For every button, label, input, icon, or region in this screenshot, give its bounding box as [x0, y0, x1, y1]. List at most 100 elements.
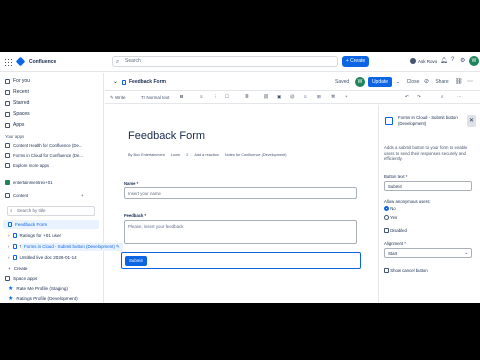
image-icon[interactable]: ▣ [277, 94, 281, 100]
page-tree-item-ratings[interactable]: › Ratings for +01 user [8, 231, 61, 240]
star-icon [5, 100, 10, 106]
sidebar-item-recent[interactable]: Recent [5, 88, 29, 96]
selected-macro-outline[interactable] [121, 252, 361, 269]
link-icon[interactable]: ⛓ [263, 94, 269, 100]
search-icon: ⌕ [116, 59, 120, 65]
editor-header: ⌄ Feedback Form Saved W Update ⌄ Close ⊘… [105, 73, 480, 91]
page-tree-item-feedback-form[interactable]: Feedback Form [3, 220, 99, 229]
space-apps-heading[interactable]: Space apps [5, 274, 37, 283]
disabled-checkbox[interactable]: Disabled [384, 228, 407, 234]
sidebar-item-spaces[interactable]: Spaces [5, 110, 30, 118]
page-icon [122, 80, 126, 85]
alignment-value: Start [388, 251, 398, 256]
page-icon [12, 233, 17, 238]
app-icon [5, 142, 10, 148]
page-tree-item-live-doc[interactable]: › Untitled live doc 2026-01-14 [8, 253, 77, 262]
sidebar-item-apps[interactable]: Apps [5, 121, 24, 129]
add-reaction-button[interactable]: Add a reaction [194, 153, 219, 157]
help-icon[interactable]: ? [451, 57, 454, 63]
app-switcher-icon[interactable] [4, 57, 12, 66]
chevron-right-icon[interactable]: › [8, 255, 10, 260]
space-app-ratings-profile[interactable]: ★ Ratings Profile (Development) [8, 294, 78, 303]
author-link[interactable]: By Box Entertainment [128, 153, 165, 157]
page-icon [8, 222, 12, 227]
content-label: Content [13, 192, 29, 198]
content-heading[interactable]: Content + [5, 191, 84, 199]
bold-icon[interactable]: B [180, 94, 183, 99]
redo-icon[interactable]: ↷ [417, 94, 421, 100]
checkbox-icon[interactable]: ☐ [225, 94, 229, 100]
page-tree-label: Ratings for +01 user [19, 233, 62, 238]
sidebar-app-content-health[interactable]: Content Health for Confluence (De... [5, 141, 83, 149]
forms-app-icon [385, 117, 393, 125]
create-label: Create [13, 266, 28, 271]
chevron-right-icon[interactable]: › [8, 244, 10, 249]
search-icon[interactable]: ⌕ [441, 94, 444, 99]
page-icon [12, 244, 17, 249]
name-field[interactable]: Insert your name [124, 187, 357, 199]
comment-count[interactable]: 2 [186, 153, 188, 157]
anonymous-yes-radio[interactable]: Yes [384, 215, 397, 221]
undo-icon[interactable]: ↶ [405, 94, 409, 100]
bell-icon[interactable]: 🔔︎ [440, 57, 448, 64]
bullet-list-icon[interactable]: ≡ [200, 94, 203, 99]
submit-button[interactable]: Submit [125, 256, 147, 266]
app-label: Forms in Cloud for Confluence (De... [13, 152, 83, 158]
update-button[interactable]: Update [368, 77, 392, 87]
collaborator-avatar[interactable]: W [355, 77, 365, 87]
share-button[interactable]: Share [431, 77, 453, 87]
page-tree-label: Untitled live doc 2026-01-14 [19, 255, 77, 260]
space-header[interactable]: entertainmentrex+01 [5, 178, 53, 186]
loom-button[interactable]: Loom [171, 153, 181, 157]
code-icon[interactable]: ⌘ [331, 94, 336, 100]
anonymous-no-radio[interactable]: No [384, 206, 396, 212]
chevron-down-icon[interactable]: ⌄ [113, 78, 118, 85]
show-cancel-checkbox[interactable]: Show cancel button [384, 268, 428, 274]
feedback-field[interactable]: Please, insert your feedback [124, 220, 357, 244]
space-name: entertainmentrex+01 [13, 179, 53, 185]
notes-app-link[interactable]: Notes for Confluence (Development) [225, 153, 287, 157]
radio-label: No [390, 206, 396, 211]
numbered-list-icon[interactable]: ⋮ [213, 94, 218, 100]
sidebar-search-placeholder: Search by title [17, 208, 46, 213]
avatar[interactable]: W [469, 56, 479, 66]
space-app-rate-me[interactable]: ★ Rate Me Profile (Staging) [8, 284, 68, 293]
chevron-right-icon[interactable]: › [8, 233, 10, 238]
write-mode-button[interactable]: ✎ Write [110, 95, 125, 101]
create-button[interactable]: + Create [342, 56, 369, 67]
add-content-icon[interactable]: + [81, 193, 84, 198]
plus-icon[interactable]: + [345, 94, 348, 99]
sidebar-search-input[interactable]: ⌕ Search by title [7, 206, 95, 216]
page-title-breadcrumb[interactable]: Feedback Form [129, 79, 166, 85]
button-text-field[interactable]: Submit [384, 181, 472, 191]
alignment-select[interactable]: Start ⌄ [384, 248, 472, 258]
emoji-icon[interactable]: ☺ [303, 94, 308, 99]
text-style-dropdown[interactable]: Tr Normal text [141, 95, 169, 100]
explore-apps-link[interactable]: Explore more apps [5, 161, 49, 169]
sidebar-item-starred[interactable]: Starred [5, 99, 29, 107]
edit-icon[interactable]: ✎ [116, 244, 120, 249]
more-icon[interactable]: ⋯ [467, 78, 473, 85]
confluence-logo-icon[interactable] [15, 56, 26, 67]
page-title[interactable]: Feedback Form [128, 130, 205, 142]
create-page-link[interactable]: + Create [8, 264, 27, 273]
close-icon[interactable]: ✕ [467, 115, 476, 127]
star-icon: ★ [8, 286, 14, 292]
search-input[interactable]: ⌕ Search [112, 56, 338, 67]
settings-icon[interactable]: ⚙ [460, 57, 465, 64]
checkbox-label: Disabled [390, 228, 407, 233]
sidebar-app-forms-in-cloud[interactable]: Forms in Cloud for Confluence (De... [5, 151, 83, 159]
sidebar-item-for-you[interactable]: For you [5, 77, 30, 85]
brand-name[interactable]: Confluence [29, 59, 56, 65]
more-icon[interactable]: ⋯ [457, 94, 462, 100]
ask-rovo-button[interactable]: Ask Rovo [410, 58, 437, 64]
link-icon[interactable]: ⛓ [455, 78, 463, 85]
table-icon[interactable]: ⊞ [317, 94, 321, 100]
search-icon: ⌕ [10, 208, 13, 213]
chevron-down-icon[interactable]: ⌄ [393, 77, 403, 87]
lock-icon[interactable]: ⊘ [424, 78, 429, 85]
mention-icon[interactable]: @ [290, 94, 295, 99]
selected-macro-chip[interactable]: Forms in Cloud - Submit button (Developm… [21, 243, 123, 251]
align-icon[interactable]: ≣ [245, 94, 249, 100]
close-button[interactable]: Close [404, 77, 422, 87]
